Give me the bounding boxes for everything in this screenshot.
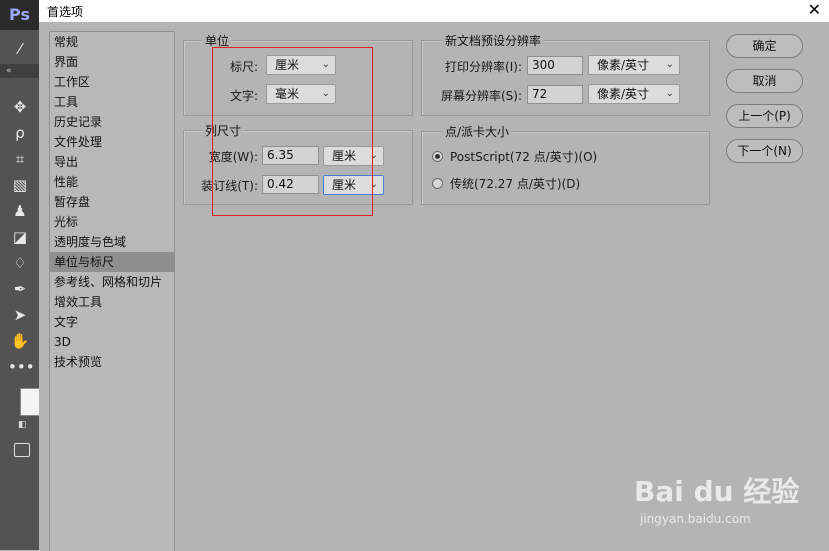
screen-resolution-label: 屏幕分辨率(S): [440, 89, 522, 103]
postscript-radio[interactable] [432, 151, 443, 162]
eraser-tool-icon[interactable]: ◪ [8, 226, 32, 248]
new-document-resolution-group: 新文档预设分辨率 打印分辨率(I): 300 像素/英寸 ⌄ 屏幕分辨率(S): … [421, 32, 710, 116]
print-resolution-input[interactable]: 300 [527, 56, 583, 75]
selection-arrow-icon[interactable]: ➤ [8, 304, 32, 326]
category-item[interactable]: 文字 [50, 312, 174, 332]
traditional-option-label[interactable]: 传统(72.27 点/英寸)(D) [450, 175, 580, 192]
stamp-tool-icon[interactable]: ♟ [8, 200, 32, 222]
preferences-dialog: 首选项 ✕ 常规 界面 工作区 工具 历史记录 文件处理 导出 性能 暂存盘 光… [39, 0, 829, 551]
title-bar: 首选项 ✕ [39, 0, 829, 22]
category-item[interactable]: 增效工具 [50, 292, 174, 312]
category-item[interactable]: 透明度与色域 [50, 232, 174, 252]
close-icon[interactable]: ✕ [808, 1, 821, 19]
category-item[interactable]: 常规 [50, 32, 174, 52]
default-colors-icon[interactable]: ◧ [18, 420, 30, 430]
move-tool-icon[interactable]: ✥ [8, 96, 32, 118]
category-item[interactable]: 3D [50, 332, 174, 352]
print-resolution-label: 打印分辨率(I): [445, 60, 522, 74]
category-item[interactable]: 暂存盘 [50, 192, 174, 212]
eyedropper-tool-icon[interactable]: ⁄ [8, 38, 32, 60]
blur-tool-icon[interactable]: ♢ [8, 252, 32, 274]
foreground-color-swatch[interactable] [20, 388, 40, 416]
pen-tool-icon[interactable]: ✒ [8, 278, 32, 300]
category-item[interactable]: 参考线、网格和切片 [50, 272, 174, 292]
point-pica-size-group: 点/派卡大小 PostScript(72 点/英寸)(O) 传统(72.27 点… [421, 123, 710, 205]
category-item[interactable]: 界面 [50, 52, 174, 72]
category-item[interactable]: 光标 [50, 212, 174, 232]
crop-tool-icon[interactable]: ⌗ [8, 148, 32, 170]
dialog-title: 首选项 [47, 5, 84, 19]
more-tools-icon[interactable]: ••• [8, 356, 35, 378]
category-item[interactable]: 历史记录 [50, 112, 174, 132]
new-document-legend: 新文档预设分辨率 [442, 32, 545, 49]
category-item[interactable]: 技术预览 [50, 352, 174, 372]
chevron-down-icon: ⌄ [665, 88, 674, 99]
hand-tool-icon[interactable]: ✋ [8, 330, 32, 352]
baidu-watermark: Bai du 经验 jingyan.baidu.com [634, 470, 800, 526]
next-button[interactable]: 下一个(N) [726, 139, 803, 163]
red-highlight-box [212, 47, 373, 216]
cancel-button[interactable]: 取消 [726, 69, 803, 93]
healing-brush-icon[interactable]: ▧ [8, 174, 32, 196]
photoshop-toolbar: Ps ⁄ « ✥ ρ ⌗ ▧ ♟ ◪ ♢ ✒ ➤ ✋ ••• ◧ [0, 0, 40, 550]
category-item[interactable]: 文件处理 [50, 132, 174, 152]
category-item-selected[interactable]: 单位与标尺 [50, 252, 174, 272]
postscript-option-label[interactable]: PostScript(72 点/英寸)(O) [450, 148, 597, 165]
category-item[interactable]: 性能 [50, 172, 174, 192]
traditional-radio[interactable] [432, 178, 443, 189]
point-pica-legend: 点/派卡大小 [442, 123, 513, 140]
print-resolution-unit-select[interactable]: 像素/英寸 ⌄ [588, 55, 680, 75]
photoshop-logo: Ps [0, 0, 39, 30]
previous-button[interactable]: 上一个(P) [726, 104, 803, 128]
watermark-url: jingyan.baidu.com [640, 512, 751, 526]
ok-button[interactable]: 确定 [726, 34, 803, 58]
category-item[interactable]: 导出 [50, 152, 174, 172]
toolbar-collapse-strip[interactable]: « [0, 64, 39, 78]
watermark-logo: Bai du 经验 [634, 475, 800, 508]
screen-resolution-input[interactable]: 72 [527, 85, 583, 104]
category-item[interactable]: 工作区 [50, 72, 174, 92]
screen-resolution-unit-select[interactable]: 像素/英寸 ⌄ [588, 84, 680, 104]
chevron-down-icon: ⌄ [665, 59, 674, 70]
category-list: 常规 界面 工作区 工具 历史记录 文件处理 导出 性能 暂存盘 光标 透明度与… [49, 31, 175, 551]
lasso-tool-icon[interactable]: ρ [8, 122, 32, 144]
quick-mask-icon[interactable] [14, 443, 30, 457]
category-item[interactable]: 工具 [50, 92, 174, 112]
